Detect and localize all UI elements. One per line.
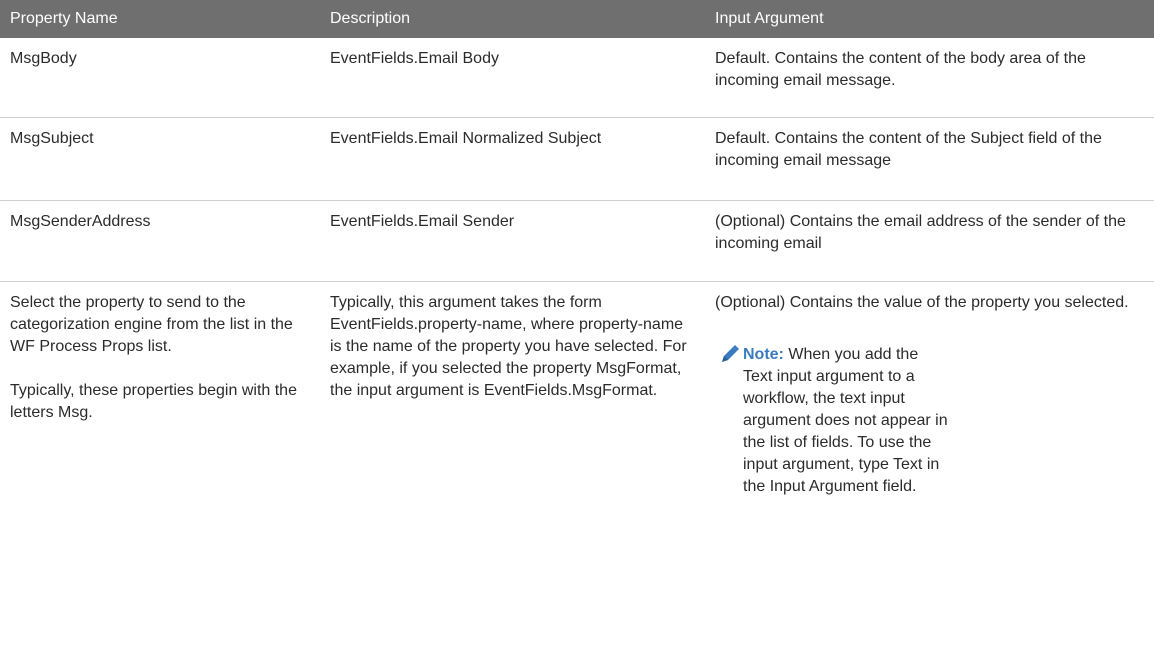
property-name-cell: MsgSubject (10, 130, 94, 147)
property-paragraph: Select the property to send to the categ… (10, 294, 293, 355)
input-argument-cell: Default. Contains the content of the bod… (715, 50, 1086, 89)
property-name-cell: MsgBody (10, 50, 77, 67)
input-argument-text: (Optional) Contains the value of the pro… (715, 294, 1129, 311)
table-header: Property Name Description Input Argument (0, 0, 1154, 38)
property-paragraph: Typically, these properties begin with t… (10, 382, 297, 421)
description-cell: EventFields.Email Sender (330, 213, 515, 230)
property-name-cell: MsgSenderAddress (10, 213, 151, 230)
header-property-name: Property Name (10, 10, 118, 27)
description-cell: EventFields.Email Body (330, 50, 499, 67)
table-row: MsgSubject EventFields.Email Normalized … (0, 118, 1154, 201)
header-input-argument: Input Argument (715, 10, 824, 27)
input-argument-cell: (Optional) Contains the email address of… (715, 213, 1126, 252)
input-argument-cell: Default. Contains the content of the Sub… (715, 130, 1102, 169)
table-row: MsgSenderAddress EventFields.Email Sende… (0, 201, 1154, 282)
input-argument-cell: (Optional) Contains the value of the pro… (705, 282, 1154, 592)
property-name-cell: Select the property to send to the categ… (0, 282, 320, 592)
table-row: Select the property to send to the categ… (0, 282, 1154, 592)
table-row: MsgBody EventFields.Email Body Default. … (0, 38, 1154, 118)
description-cell: EventFields.Email Normalized Subject (330, 130, 602, 147)
description-cell: Typically, this argument takes the form … (330, 294, 687, 399)
pencil-icon (715, 344, 743, 366)
note-callout: Note: When you add the Text input argume… (715, 344, 1134, 498)
header-description: Description (330, 10, 411, 27)
note-body: Note: When you add the Text input argume… (743, 344, 948, 498)
note-text: When you add the Text input argument to … (743, 346, 948, 495)
property-table: Property Name Description Input Argument… (0, 0, 1154, 592)
note-label: Note: (743, 346, 784, 363)
